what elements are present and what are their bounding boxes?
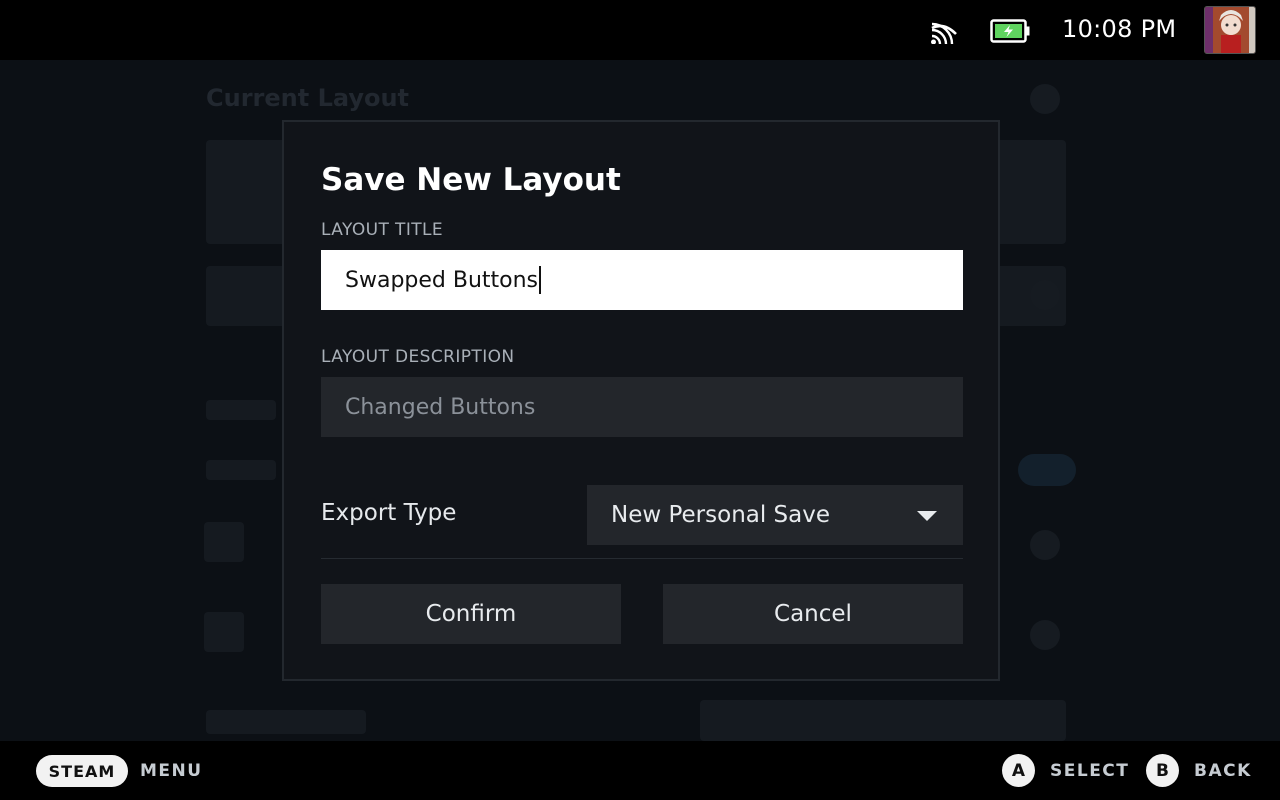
layout-description-placeholder: Changed Buttons bbox=[345, 394, 536, 420]
bg-section-title: Current Layout bbox=[206, 84, 410, 112]
battery-charging-icon bbox=[990, 19, 1030, 43]
steam-button[interactable]: STEAM bbox=[36, 755, 128, 787]
b-button-icon: B bbox=[1146, 754, 1179, 787]
bg-gear-icon-2 bbox=[1030, 530, 1060, 560]
layout-title-input[interactable]: Swapped Buttons bbox=[321, 250, 963, 310]
bg-toggle bbox=[1018, 454, 1076, 486]
export-type-label: Export Type bbox=[321, 500, 457, 526]
text-caret bbox=[539, 266, 542, 294]
bottom-hint-bar: STEAM MENU A SELECT B BACK bbox=[0, 741, 1280, 800]
layout-description-input[interactable]: Changed Buttons bbox=[321, 377, 963, 437]
bg-gear-icon-3 bbox=[1030, 620, 1060, 650]
bg-footer-label bbox=[206, 710, 366, 734]
save-layout-dialog: Save New Layout LAYOUT TITLE Swapped But… bbox=[282, 120, 1000, 681]
bg-footer-dropdown bbox=[700, 700, 1066, 741]
export-type-dropdown[interactable]: New Personal Save bbox=[587, 485, 963, 545]
confirm-button[interactable]: Confirm bbox=[321, 584, 621, 644]
export-type-value: New Personal Save bbox=[611, 502, 831, 528]
bg-gear-icon bbox=[1030, 280, 1060, 310]
a-button-icon: A bbox=[1002, 754, 1035, 787]
avatar[interactable] bbox=[1204, 6, 1256, 54]
back-label: BACK bbox=[1194, 761, 1252, 781]
bg-label bbox=[206, 460, 276, 480]
wifi-icon bbox=[931, 22, 957, 44]
layout-description-label: LAYOUT DESCRIPTION bbox=[321, 347, 515, 367]
status-bar: 10:08 PM bbox=[0, 0, 1280, 60]
bg-info-icon bbox=[1030, 84, 1060, 114]
layout-title-value: Swapped Buttons bbox=[345, 267, 539, 293]
layout-title-label: LAYOUT TITLE bbox=[321, 220, 444, 240]
menu-label: MENU bbox=[140, 761, 203, 781]
chevron-down-icon bbox=[917, 511, 937, 521]
cancel-button[interactable]: Cancel bbox=[663, 584, 963, 644]
bg-icon-2 bbox=[204, 612, 244, 652]
bg-heading bbox=[206, 400, 276, 420]
select-label: SELECT bbox=[1050, 761, 1130, 781]
dialog-title: Save New Layout bbox=[321, 162, 621, 198]
divider bbox=[321, 558, 963, 559]
clock: 10:08 PM bbox=[1062, 15, 1177, 43]
avatar-image bbox=[1205, 7, 1255, 53]
bg-icon-1 bbox=[204, 522, 244, 562]
